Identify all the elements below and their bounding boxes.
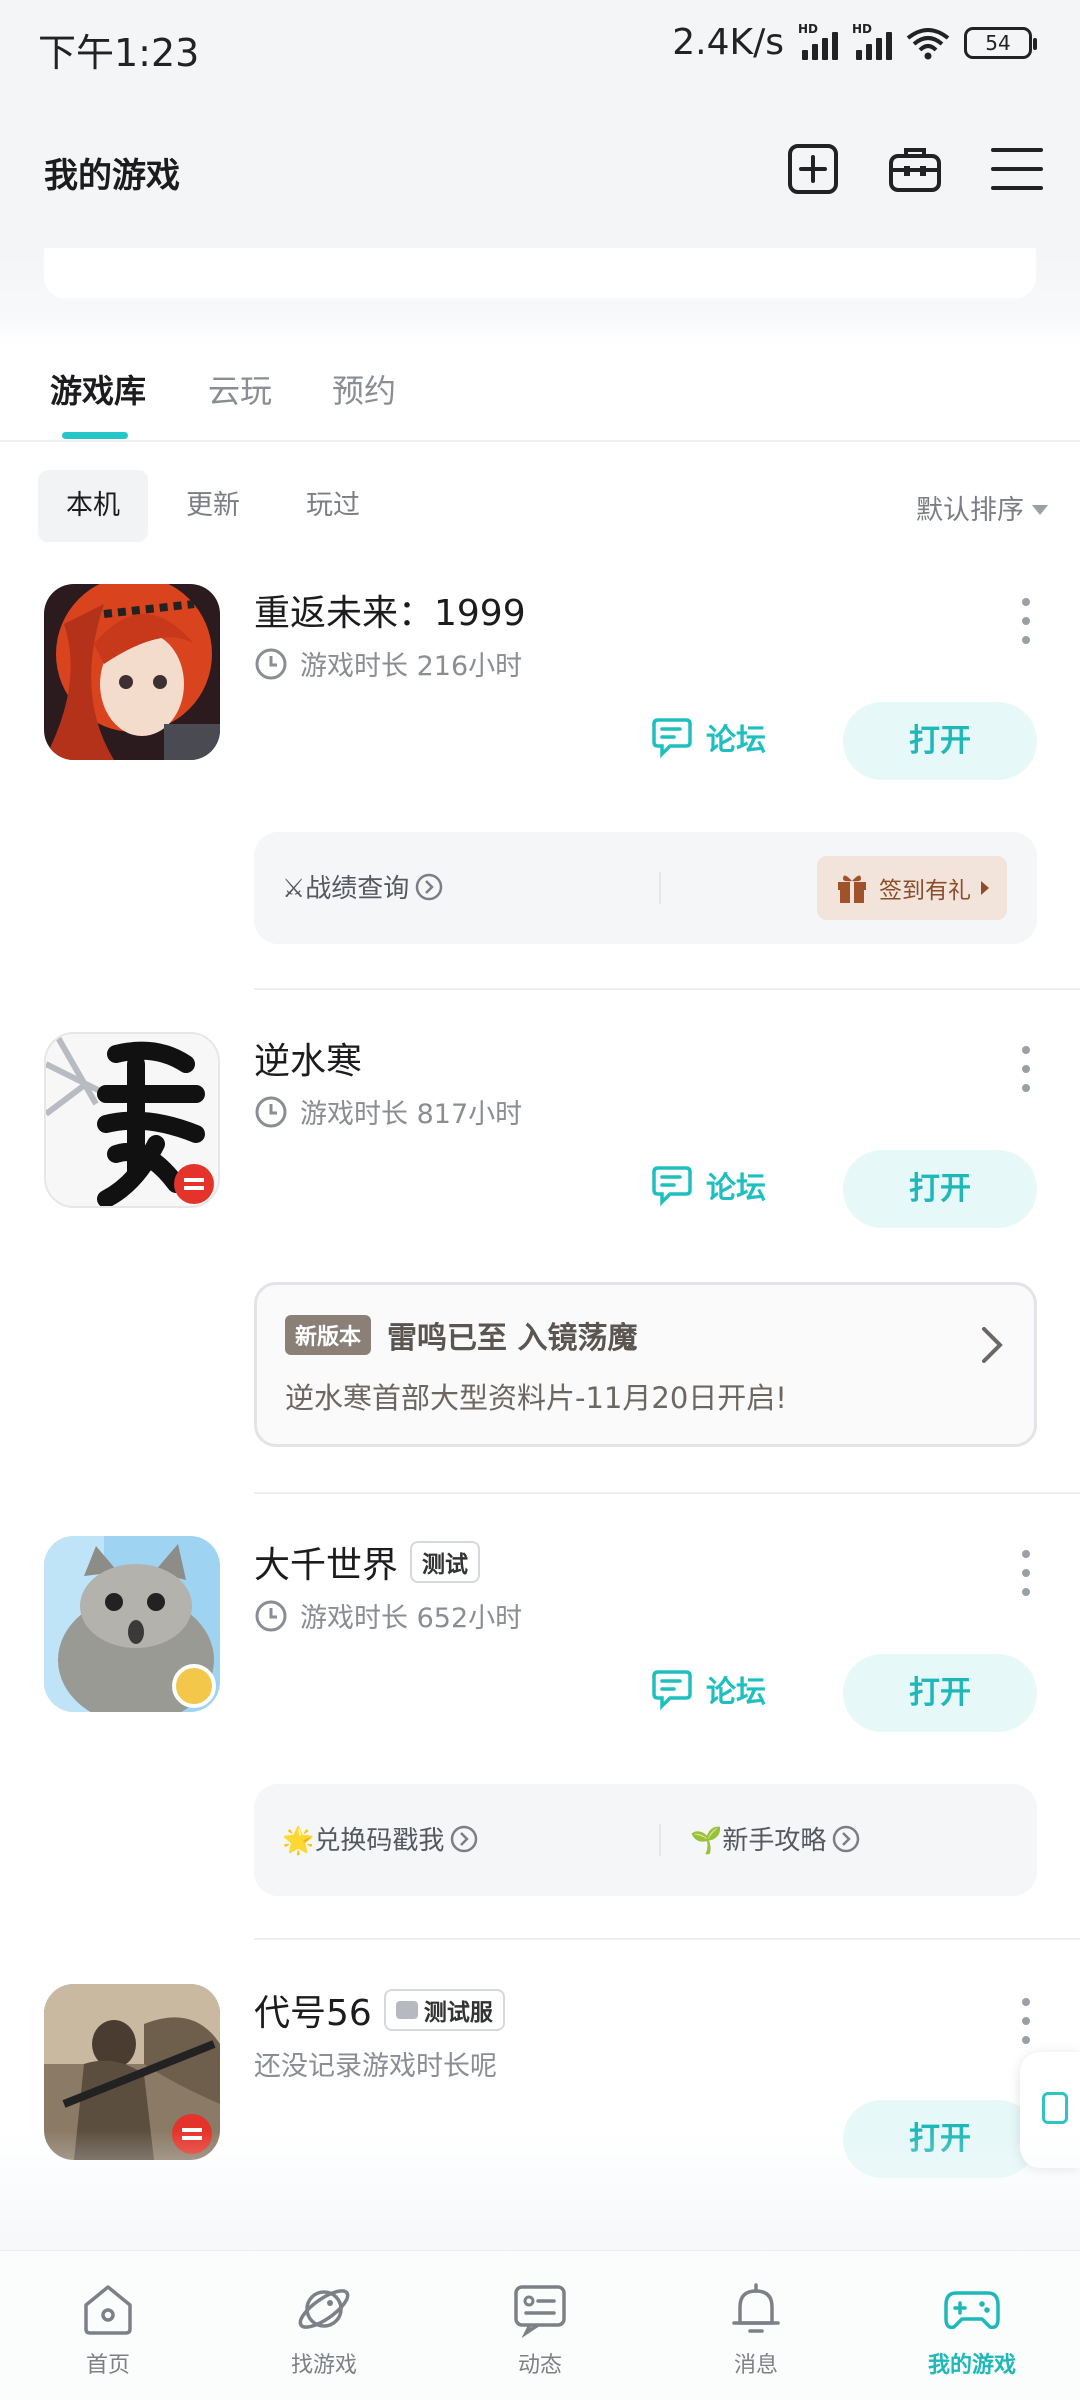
signal-icon: HD bbox=[798, 22, 838, 60]
filter-bar: 本机 更新 玩过 默认排序 bbox=[0, 466, 1080, 542]
row-divider bbox=[254, 1938, 1080, 1940]
tab-bar: 游戏库 云玩 预约 bbox=[0, 346, 1080, 442]
caret-down-icon bbox=[1032, 504, 1048, 515]
game-icon-daqianshijie[interactable] bbox=[44, 1536, 220, 1712]
row-divider bbox=[254, 1492, 1080, 1494]
filter-played[interactable]: 玩过 bbox=[278, 470, 388, 542]
tab-indicator bbox=[62, 432, 128, 439]
code-icon bbox=[395, 2001, 418, 2019]
bell-icon bbox=[732, 2283, 780, 2333]
playtime: 还没记录游戏时长呢 bbox=[254, 2051, 497, 2082]
game-quick-panel: ⚔战绩查询 签到有礼 bbox=[254, 832, 1037, 944]
more-options-icon[interactable] bbox=[1020, 598, 1032, 644]
game-title: 大千世界 测试 bbox=[254, 1536, 481, 1588]
header-actions bbox=[786, 142, 1044, 196]
toolbox-icon[interactable] bbox=[888, 142, 942, 196]
more-options-icon[interactable] bbox=[1020, 1046, 1032, 1092]
playtime: 游戏时长 216小时 bbox=[254, 644, 522, 683]
chevron-right-icon bbox=[982, 1327, 1003, 1363]
forum-icon bbox=[652, 1166, 692, 1207]
nav-my-games[interactable]: 我的游戏 bbox=[902, 2279, 1042, 2379]
tab-cloud-play[interactable]: 云玩 bbox=[208, 366, 272, 412]
signal-icon-2: HD bbox=[852, 22, 892, 60]
status-bar: 下午1:23 2.4K/s HD HD 54 bbox=[0, 0, 1080, 96]
circle-arrow-icon bbox=[451, 1825, 478, 1852]
game-icon-reverse1999[interactable] bbox=[44, 584, 220, 760]
filter-updates[interactable]: 更新 bbox=[158, 470, 268, 542]
sort-label: 默认排序 bbox=[916, 495, 1024, 526]
filter-local[interactable]: 本机 bbox=[38, 470, 148, 542]
more-options-icon[interactable] bbox=[1020, 1550, 1032, 1596]
playtime: 游戏时长 817小时 bbox=[254, 1092, 522, 1131]
playtime: 游戏时长 652小时 bbox=[254, 1596, 522, 1635]
tab-library[interactable]: 游戏库 bbox=[50, 366, 146, 412]
planet-icon bbox=[298, 2289, 350, 2329]
news-description: 逆水寒首部大型资料片-11月20日开启! bbox=[285, 1381, 787, 1415]
beginner-guide-link[interactable]: 🌱新手攻略 bbox=[690, 1820, 860, 1857]
network-speed: 2.4K/s bbox=[672, 22, 784, 63]
add-icon[interactable] bbox=[786, 142, 840, 196]
forum-icon bbox=[652, 1670, 692, 1711]
open-button[interactable]: 打开 bbox=[843, 1654, 1037, 1732]
clock-icon bbox=[255, 648, 287, 679]
open-button[interactable]: 打开 bbox=[843, 1150, 1037, 1228]
sort-dropdown[interactable]: 默认排序 bbox=[916, 488, 1048, 527]
redeem-code-link[interactable]: 🌟兑换码戳我 bbox=[282, 1820, 478, 1857]
home-icon bbox=[84, 2285, 132, 2335]
clock-icon bbox=[255, 1096, 287, 1127]
status-time: 下午1:23 bbox=[38, 31, 200, 75]
feed-icon bbox=[514, 2285, 566, 2339]
caret-right-icon bbox=[981, 881, 989, 895]
forum-button[interactable]: 论坛 bbox=[650, 1666, 766, 1712]
page-title: 我的游戏 bbox=[44, 156, 180, 196]
divider bbox=[659, 1824, 661, 1856]
news-card[interactable]: 新版本 雷鸣已至 入镜荡魔 逆水寒首部大型资料片-11月20日开启! bbox=[254, 1282, 1037, 1447]
test-server-tag: 测试服 bbox=[383, 1989, 505, 2031]
game-title: 逆水寒 bbox=[254, 1041, 363, 1082]
bottom-nav: 首页 找游戏 动态 消息 我的游戏 bbox=[0, 2250, 1080, 2400]
nav-home[interactable]: 首页 bbox=[38, 2279, 178, 2379]
menu-icon[interactable] bbox=[990, 142, 1044, 196]
nav-feed[interactable]: 动态 bbox=[470, 2279, 610, 2379]
test-tag: 测试 bbox=[410, 1541, 481, 1583]
status-right: 2.4K/s HD HD 54 bbox=[672, 22, 1037, 63]
circle-arrow-icon bbox=[416, 873, 443, 900]
gift-icon bbox=[838, 875, 866, 903]
header: 我的游戏 bbox=[0, 96, 1080, 346]
row-divider bbox=[254, 988, 1080, 990]
news-title: 雷鸣已至 入镜荡魔 bbox=[387, 1321, 638, 1356]
forum-icon bbox=[652, 718, 692, 759]
circle-arrow-icon bbox=[833, 1825, 860, 1852]
game-quick-panel: 🌟兑换码戳我 🌱新手攻略 bbox=[254, 1784, 1037, 1896]
top-card bbox=[44, 248, 1036, 298]
forum-button[interactable]: 论坛 bbox=[650, 1162, 766, 1208]
checkin-gift-button[interactable]: 签到有礼 bbox=[817, 856, 1007, 920]
game-title: 重返未来：1999 bbox=[254, 593, 526, 634]
more-options-icon[interactable] bbox=[1020, 1998, 1032, 2044]
wifi-icon bbox=[906, 27, 950, 59]
gamepad-icon bbox=[944, 2291, 1000, 2330]
tab-reservation[interactable]: 预约 bbox=[332, 366, 396, 412]
new-version-badge: 新版本 bbox=[285, 1315, 372, 1355]
nav-discover[interactable]: 找游戏 bbox=[254, 2279, 394, 2379]
forum-button[interactable]: 论坛 bbox=[650, 714, 766, 760]
stats-query-link[interactable]: ⚔战绩查询 bbox=[282, 868, 443, 905]
divider bbox=[659, 872, 661, 904]
battery-indicator: 54 bbox=[964, 26, 1037, 59]
open-button[interactable]: 打开 bbox=[843, 702, 1037, 780]
nav-messages[interactable]: 消息 bbox=[686, 2279, 826, 2379]
clock-icon bbox=[255, 1600, 287, 1631]
scroll-fade bbox=[0, 2130, 1080, 2250]
game-title: 代号56 测试服 bbox=[254, 1984, 505, 2036]
game-icon-nishuihan[interactable] bbox=[44, 1032, 220, 1208]
